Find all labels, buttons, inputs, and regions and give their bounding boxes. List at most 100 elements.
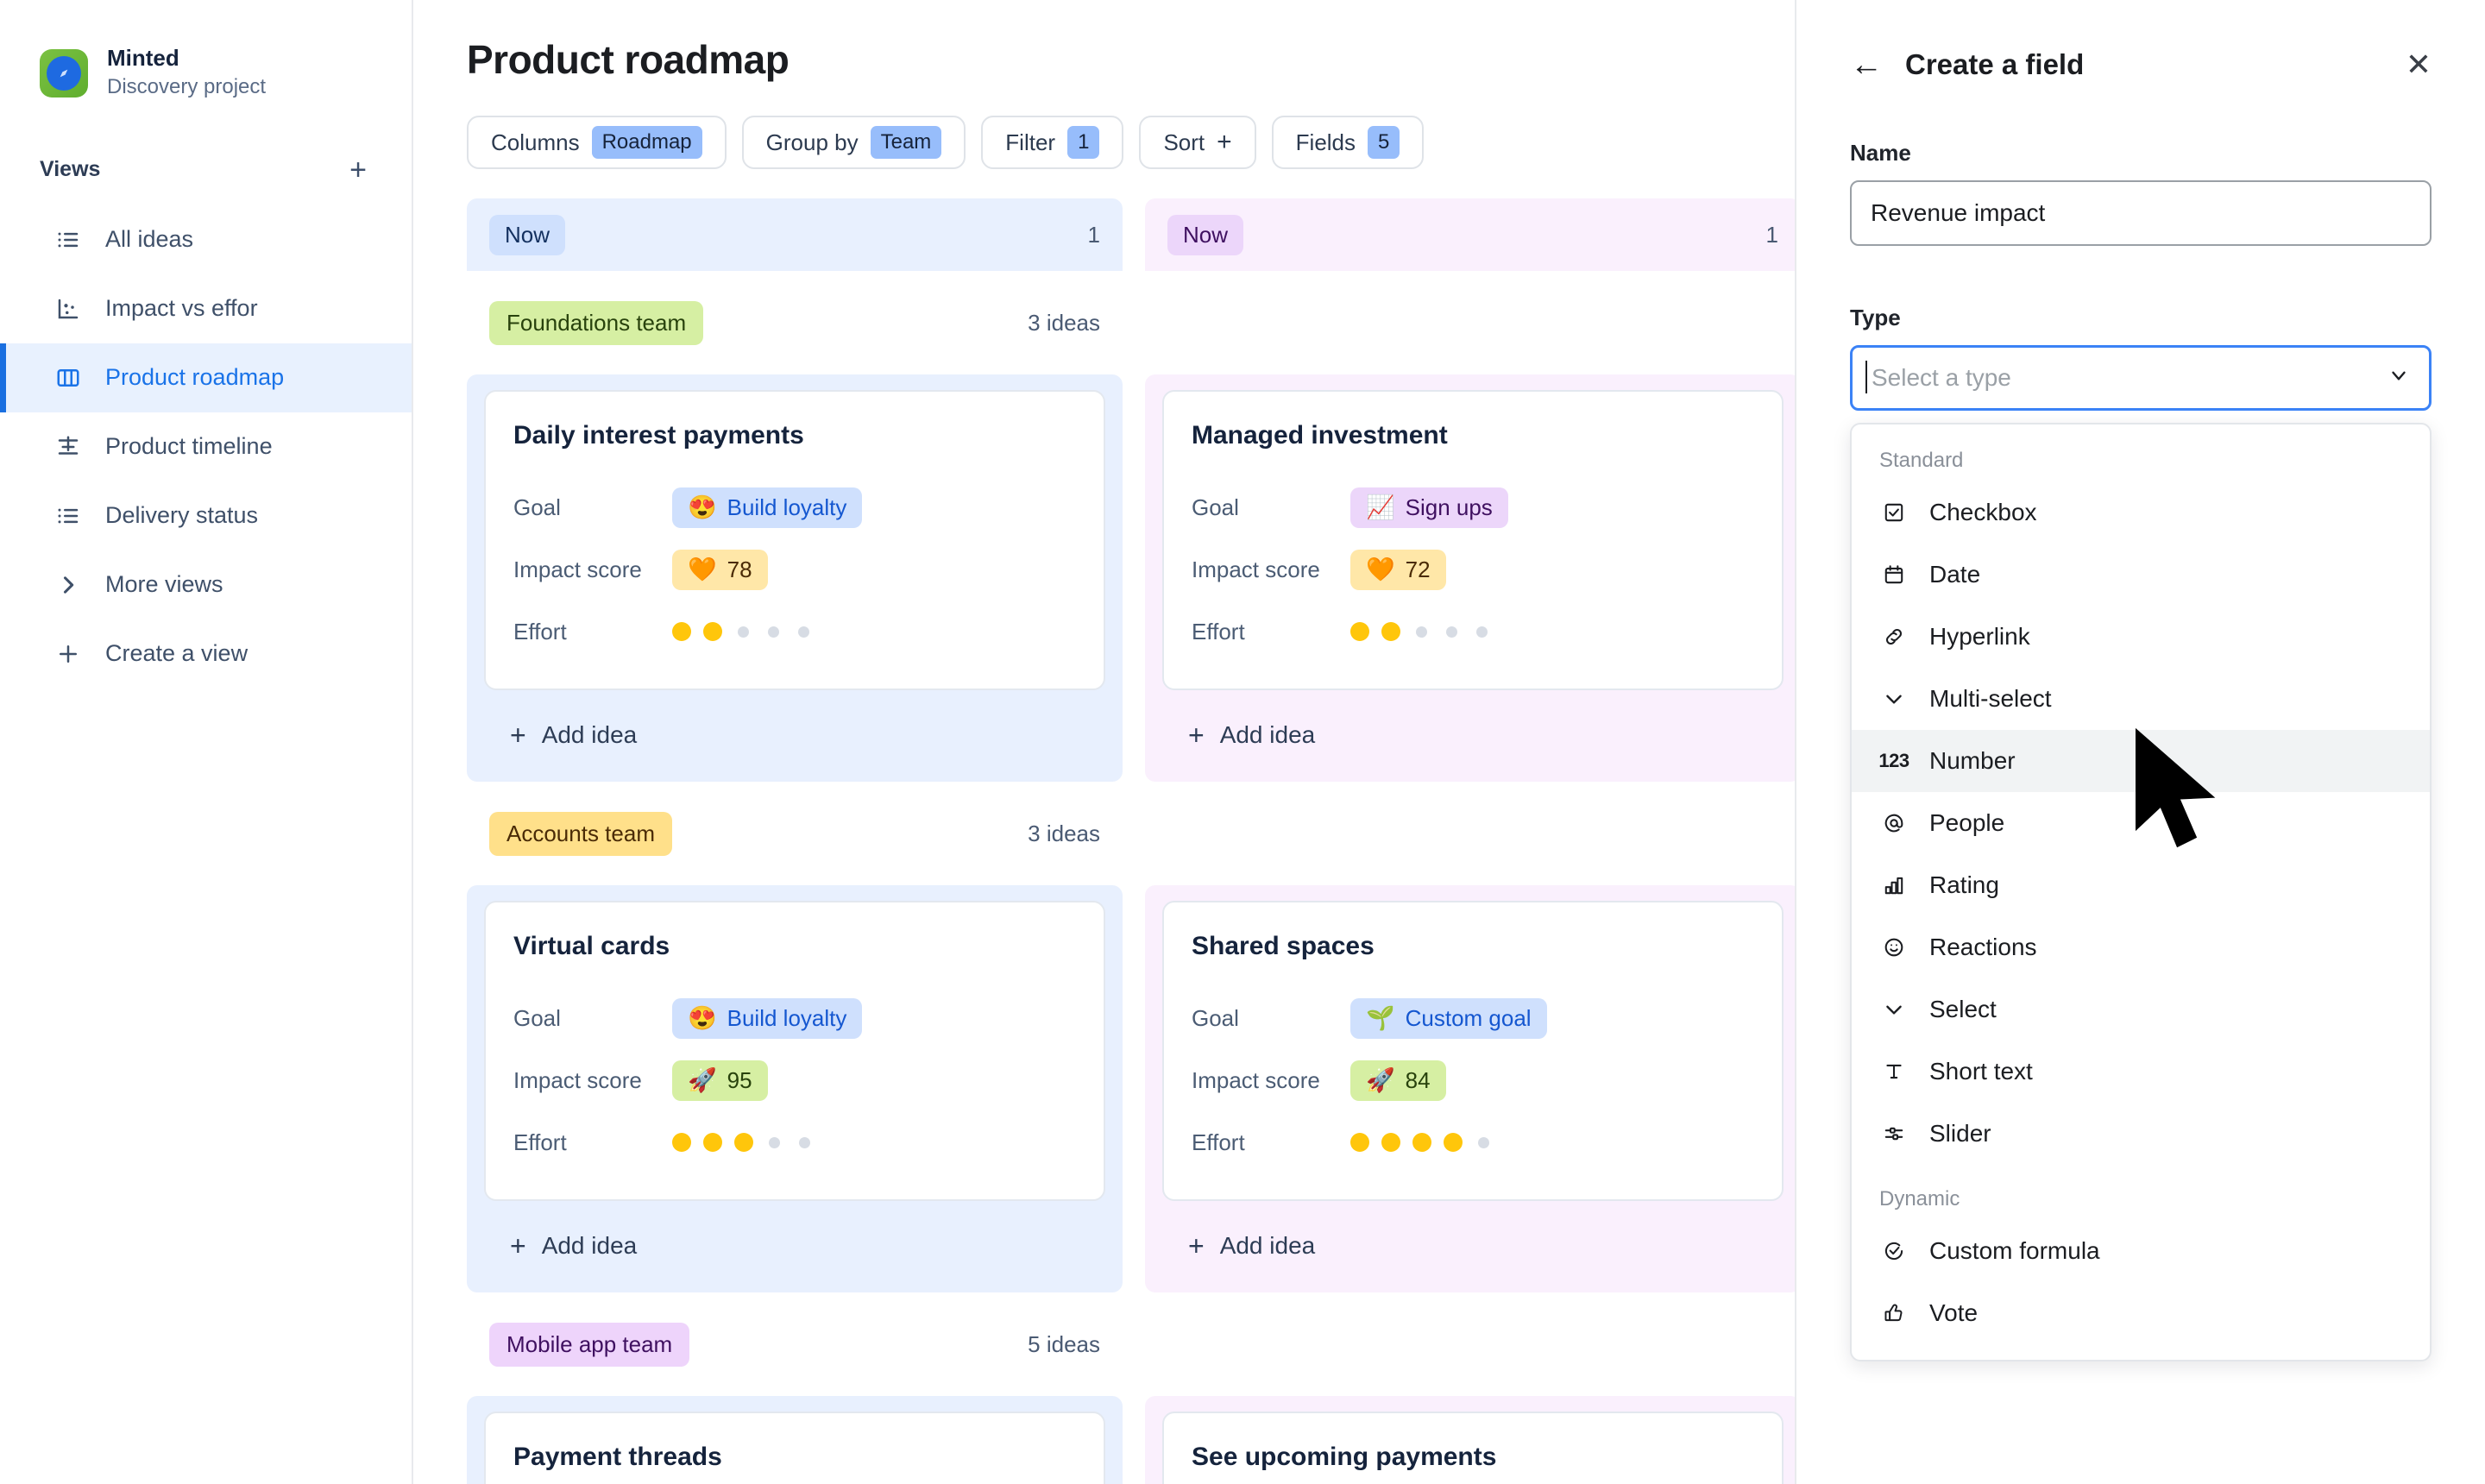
- orange-heart-emoji-icon: 🧡: [688, 558, 717, 582]
- dropdown-item-short-text[interactable]: Short text: [1852, 1041, 2430, 1103]
- column-header[interactable]: Now 1: [467, 198, 1123, 271]
- idea-card[interactable]: Virtual cards Goal 😍 Build loyalty Impac…: [484, 901, 1105, 1201]
- dropdown-item-reactions[interactable]: Reactions: [1852, 916, 2430, 978]
- idea-title: Shared spaces: [1192, 932, 1754, 961]
- dropdown-item-select[interactable]: Select: [1852, 978, 2430, 1041]
- add-idea-button[interactable]: + Add idea: [1162, 1201, 1784, 1292]
- heart-eyes-emoji-icon: 😍: [688, 496, 717, 519]
- name-input[interactable]: [1850, 180, 2432, 246]
- dropdown-item-rating[interactable]: Rating: [1852, 854, 2430, 916]
- type-placeholder: Select a type: [1872, 364, 2011, 392]
- field-label: Effort: [1192, 619, 1350, 645]
- chevron-right-icon: [53, 570, 83, 600]
- brand[interactable]: Minted Discovery project: [0, 0, 412, 102]
- dropdown-item-hyperlink[interactable]: Hyperlink: [1852, 606, 2430, 668]
- field-label: Impact score: [1192, 556, 1350, 583]
- dropdown-item-date[interactable]: Date: [1852, 544, 2430, 606]
- effort-rating[interactable]: [672, 622, 813, 641]
- create-field-panel: ← Create a field ✕ Name Type Select a ty…: [1795, 0, 2485, 1484]
- smiley-icon: [1879, 933, 1909, 962]
- field-row-effort: Effort: [1192, 1111, 1754, 1173]
- effort-rating[interactable]: [672, 1133, 814, 1152]
- group-count: 3 ideas: [1028, 821, 1100, 847]
- sidebar-item-all-ideas[interactable]: All ideas: [0, 205, 412, 274]
- dropdown-item-label: Number: [1929, 747, 2016, 775]
- goal-pill[interactable]: 🌱 Custom goal: [1350, 998, 1547, 1039]
- arrow-left-icon[interactable]: ←: [1850, 48, 1883, 81]
- add-view-icon[interactable]: +: [349, 155, 367, 185]
- add-idea-label: Add idea: [1220, 721, 1316, 749]
- goal-value: Build loyalty: [727, 494, 847, 521]
- idea-card[interactable]: Managed investment Goal 📈 Sign ups Impac…: [1162, 390, 1784, 690]
- impact-pill[interactable]: 🧡 78: [672, 550, 768, 590]
- dropdown-item-checkbox[interactable]: Checkbox: [1852, 481, 2430, 544]
- filter-button[interactable]: Filter 1: [981, 116, 1123, 169]
- dropdown-item-vote[interactable]: Vote: [1852, 1282, 2430, 1344]
- field-row-effort: Effort: [513, 601, 1076, 663]
- idea-card[interactable]: Daily interest payments Goal 😍 Build loy…: [484, 390, 1105, 690]
- lane-pink: Shared spaces Goal 🌱 Custom goal Impact …: [1145, 885, 1801, 1292]
- dropdown-section-label: Dynamic: [1852, 1165, 2430, 1220]
- sidebar-item-more-views[interactable]: More views: [0, 550, 412, 619]
- orange-heart-emoji-icon: 🧡: [1366, 558, 1395, 582]
- impact-pill[interactable]: 🚀 95: [672, 1060, 768, 1101]
- sidebar-item-create-a-view[interactable]: Create a view: [0, 619, 412, 689]
- sidebar-item-label: Delivery status: [105, 502, 258, 529]
- add-idea-label: Add idea: [542, 721, 638, 749]
- sort-button[interactable]: Sort +: [1139, 116, 1255, 169]
- sidebar-item-impact-vs-effort[interactable]: Impact vs effor: [0, 274, 412, 343]
- goal-value: Sign ups: [1406, 494, 1493, 521]
- lane-blue: Daily interest payments Goal 😍 Build loy…: [467, 374, 1123, 782]
- dropdown-item-number[interactable]: 123 Number: [1852, 730, 2430, 792]
- seedling-emoji-icon: 🌱: [1366, 1007, 1395, 1030]
- dropdown-item-label: Vote: [1929, 1299, 1978, 1327]
- chip-label: Group by: [766, 129, 859, 156]
- dropdown-item-label: Select: [1929, 996, 1997, 1023]
- group-count: 5 ideas: [1028, 1331, 1100, 1358]
- group-by-button[interactable]: Group by Team: [742, 116, 966, 169]
- add-idea-button[interactable]: + Add idea: [1162, 690, 1784, 782]
- impact-pill[interactable]: 🚀 84: [1350, 1060, 1446, 1101]
- close-icon[interactable]: ✕: [2406, 49, 2432, 80]
- idea-card[interactable]: See upcoming payments Goal 🧁 Delight: [1162, 1412, 1784, 1484]
- impact-pill[interactable]: 🧡 72: [1350, 550, 1446, 590]
- dropdown-item-people[interactable]: People: [1852, 792, 2430, 854]
- field-row-impact: Impact score 🧡 72: [1192, 538, 1754, 601]
- add-idea-button[interactable]: + Add idea: [484, 1201, 1105, 1292]
- idea-card[interactable]: Payment threads Goal 🔋 Increase active u…: [484, 1412, 1105, 1484]
- chart-increasing-emoji-icon: 📈: [1366, 496, 1395, 519]
- plus-icon: +: [510, 721, 526, 749]
- dropdown-item-label: Slider: [1929, 1120, 1991, 1148]
- dropdown-item-custom-formula[interactable]: Custom formula: [1852, 1220, 2430, 1282]
- field-row-impact: Impact score 🚀 84: [1192, 1049, 1754, 1111]
- dropdown-item-label: Rating: [1929, 871, 1999, 899]
- chip-label: Sort: [1163, 129, 1205, 156]
- plus-icon: +: [510, 1232, 526, 1260]
- field-label: Effort: [513, 1129, 672, 1156]
- effort-rating[interactable]: [1350, 622, 1491, 641]
- effort-rating[interactable]: [1350, 1133, 1493, 1152]
- add-idea-label: Add idea: [1220, 1232, 1316, 1260]
- goal-pill[interactable]: 📈 Sign ups: [1350, 487, 1508, 528]
- check-circle-icon: [1879, 1236, 1909, 1266]
- sidebar-item-delivery-status[interactable]: Delivery status: [0, 481, 412, 550]
- fields-button[interactable]: Fields 5: [1272, 116, 1425, 169]
- add-idea-button[interactable]: + Add idea: [484, 690, 1105, 782]
- idea-title: Virtual cards: [513, 932, 1076, 961]
- field-label: Impact score: [1192, 1067, 1350, 1094]
- column-header[interactable]: Now 1: [1145, 198, 1801, 271]
- dropdown-item-label: Date: [1929, 561, 1980, 588]
- sidebar-item-product-roadmap[interactable]: Product roadmap: [0, 343, 412, 412]
- goal-pill[interactable]: 😍 Build loyalty: [672, 998, 862, 1039]
- sidebar-item-product-timeline[interactable]: Product timeline: [0, 412, 412, 481]
- idea-title: Daily interest payments: [513, 421, 1076, 450]
- type-select[interactable]: Select a type: [1850, 345, 2432, 411]
- list-icon: [53, 501, 83, 531]
- dropdown-item-multi-select[interactable]: Multi-select: [1852, 668, 2430, 730]
- idea-card[interactable]: Shared spaces Goal 🌱 Custom goal Impact …: [1162, 901, 1784, 1201]
- columns-button[interactable]: Columns Roadmap: [467, 116, 727, 169]
- column-now-blue: Now 1: [467, 198, 1123, 271]
- link-icon: [1879, 622, 1909, 651]
- dropdown-item-slider[interactable]: Slider: [1852, 1103, 2430, 1165]
- goal-pill[interactable]: 😍 Build loyalty: [672, 487, 862, 528]
